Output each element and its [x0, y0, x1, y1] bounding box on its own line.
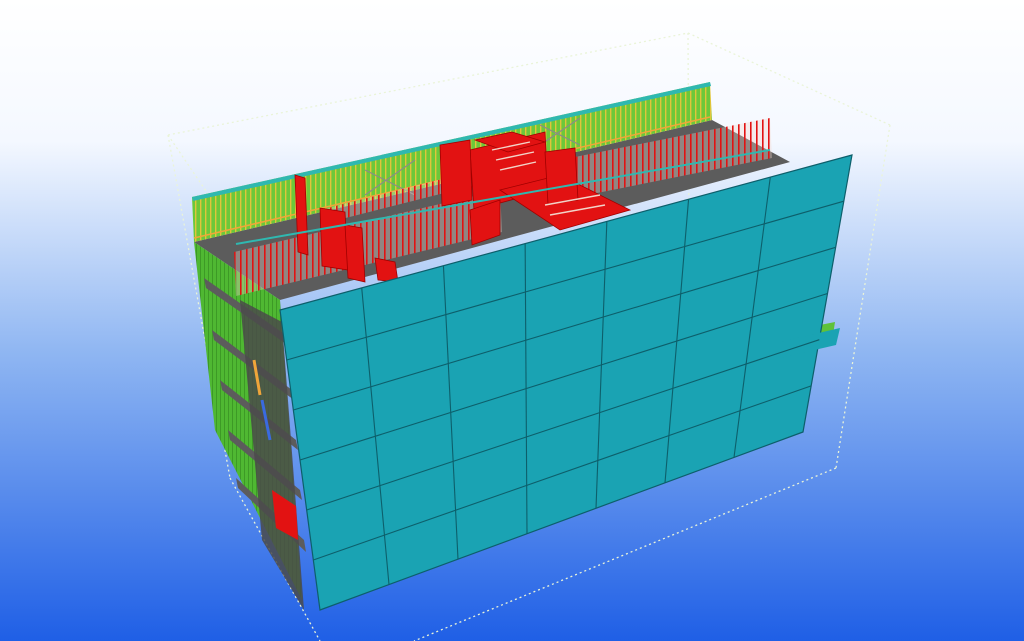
3d-model-viewport[interactable]	[0, 0, 1024, 641]
building-model-scene[interactable]	[0, 0, 1024, 641]
